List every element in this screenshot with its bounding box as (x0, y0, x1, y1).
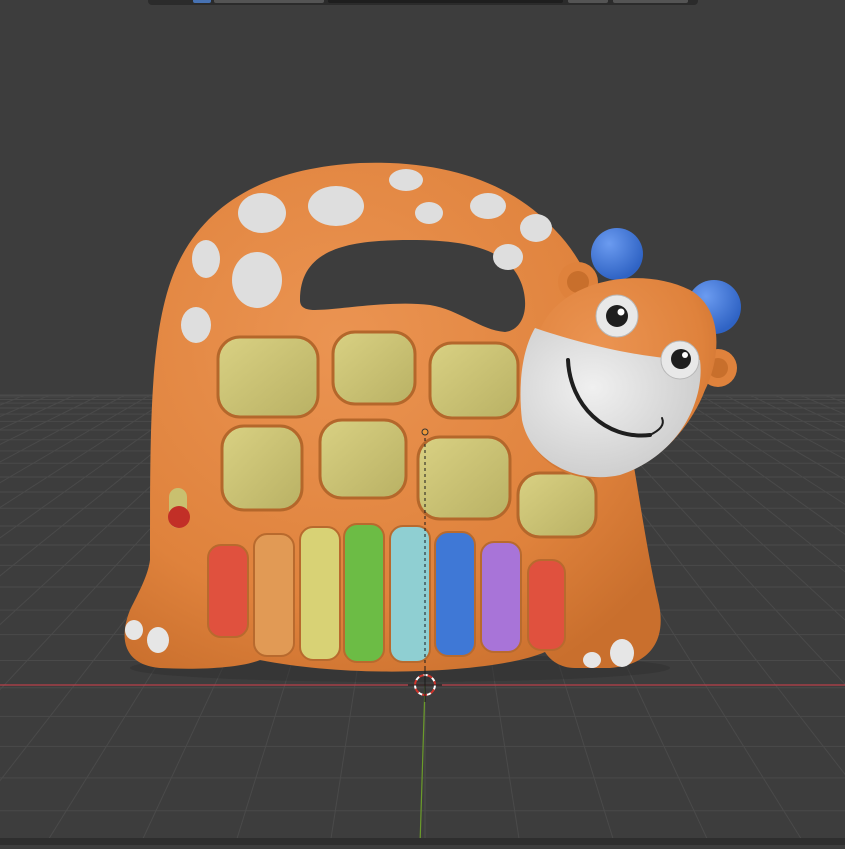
xylophone-key[interactable] (299, 526, 341, 661)
header-button[interactable] (214, 0, 324, 3)
left-pupil (606, 305, 628, 327)
body-spot (415, 202, 443, 224)
viewport-bottom-edge (0, 838, 845, 845)
right-pupil (671, 349, 691, 369)
right-eye-highlight (682, 352, 688, 358)
header-button[interactable] (328, 0, 563, 3)
body-spot (238, 193, 286, 233)
side-switch-button[interactable] (168, 506, 190, 528)
body-spot (308, 186, 364, 226)
shell-panel (331, 330, 417, 406)
xylophone-key[interactable] (343, 523, 385, 663)
shell-panel (216, 335, 320, 419)
left-horn (591, 228, 643, 280)
object-origin-icon[interactable] (421, 428, 429, 436)
body-spot (192, 240, 220, 278)
giraffe-toy-model[interactable] (124, 162, 741, 682)
header-button[interactable] (613, 0, 688, 3)
header-button[interactable] (568, 0, 608, 3)
body-spot (470, 193, 506, 219)
xylophone-key[interactable] (434, 531, 476, 657)
body-spot (181, 307, 211, 343)
3d-viewport[interactable] (0, 0, 845, 846)
viewport-scene[interactable] (0, 0, 845, 846)
header-button[interactable] (193, 0, 211, 3)
xylophone-key[interactable] (527, 559, 566, 651)
body-spot (493, 244, 523, 270)
viewport-header-bar (148, 0, 698, 5)
xylophone-key[interactable] (480, 541, 522, 653)
xylophone-key[interactable] (207, 544, 249, 638)
shell-panel (516, 471, 598, 539)
shell-panel (220, 424, 304, 512)
xylophone-key[interactable] (253, 533, 295, 657)
shell-panel (428, 341, 520, 420)
xylophone-key[interactable] (389, 525, 431, 663)
body-spot (232, 252, 282, 308)
y-axis-line (419, 684, 426, 846)
shell-panel (416, 435, 512, 521)
body-spot (389, 169, 423, 191)
shell-panel (318, 418, 408, 500)
left-eye-highlight (617, 308, 625, 316)
body-spot (520, 214, 552, 242)
